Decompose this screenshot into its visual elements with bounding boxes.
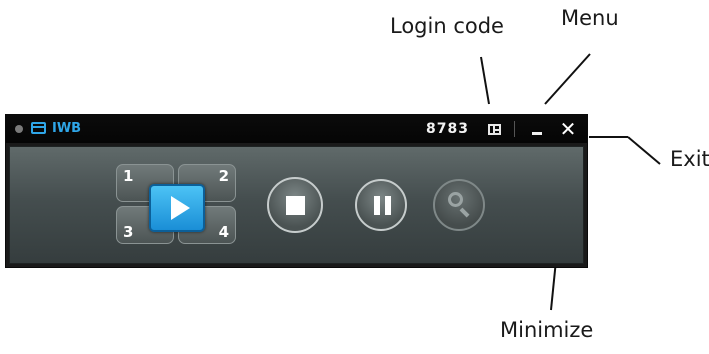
stop-icon [286,196,305,215]
screen-4-label: 4 [218,223,229,241]
menu-icon[interactable] [488,124,501,135]
title-bar[interactable]: IWB 8783 ✕ [6,115,587,143]
menu-leader [544,53,591,105]
zoom-button[interactable] [433,179,485,231]
toolbar-body: 1 2 3 4 [9,146,584,264]
magnifier-handle [459,207,470,218]
screen-2-label: 2 [218,167,229,185]
screen-1-label: 1 [123,167,134,185]
callout-menu: Menu [561,6,619,30]
stop-button[interactable] [267,177,323,233]
callout-login-code: Login code [390,14,504,38]
login-code-leader [480,56,490,105]
callout-exit: Exit [670,147,709,171]
minimize-button[interactable] [532,132,542,135]
title-bar-divider [514,121,515,137]
callout-minimize: Minimize [500,318,594,342]
pause-icon-bar [385,196,391,215]
exit-leader-angle [627,136,661,165]
magnifier-icon [448,192,463,207]
play-button[interactable] [149,184,205,232]
screen-3-label: 3 [123,223,134,241]
app-title: IWB [52,121,82,136]
close-icon[interactable]: ✕ [557,118,579,140]
play-icon [171,196,190,220]
pause-icon [374,196,380,215]
window-icon [31,122,46,134]
iwb-toolbar-window: IWB 8783 ✕ 1 2 3 4 [5,114,588,268]
login-code: 8783 [426,121,469,137]
status-dot-icon [15,125,23,133]
pause-button[interactable] [355,179,407,231]
